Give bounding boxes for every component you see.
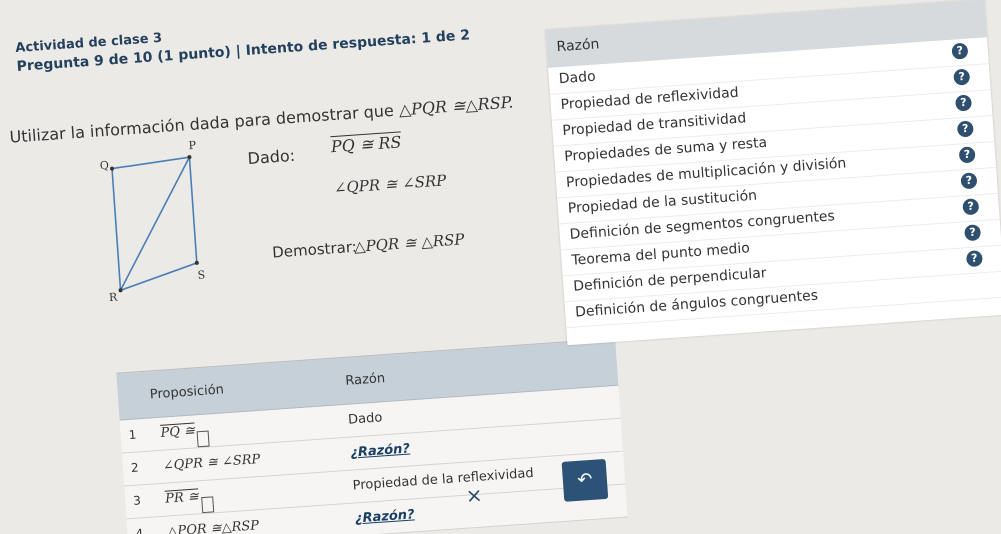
help-icon[interactable]: ? [962, 198, 980, 216]
vertex-s [194, 260, 199, 265]
page: Actividad de clase 3 Pregunta 9 de 10 (1… [0, 0, 1001, 534]
help-icon[interactable]: ? [964, 224, 982, 242]
help-icon[interactable]: ? [960, 172, 978, 190]
prove-statement: △PQR ≅ △RSP [353, 230, 465, 256]
label-q: Q [99, 159, 109, 173]
diagonal-pr [119, 156, 191, 291]
instruction-math: △PQR ≅△RSP. [398, 92, 514, 120]
reason-cell[interactable]: Dado [348, 410, 383, 427]
worksheet: Actividad de clase 3 Pregunta 9 de 10 (1… [0, 0, 1001, 534]
help-icon[interactable]: ? [958, 146, 976, 164]
reason-dropdown: Razón Dado? Propiedad de reflexividad? P… [545, 0, 1001, 346]
help-icon[interactable]: ? [953, 68, 971, 86]
answer-box[interactable] [200, 496, 214, 514]
label-r: R [109, 291, 119, 304]
clear-button[interactable]: × [465, 483, 483, 508]
row-number: 1 [128, 427, 137, 443]
statement-cell: △PQR ≅△RSP [167, 518, 260, 534]
label-s: S [197, 268, 205, 281]
reason-link[interactable]: ¿Razón? [350, 442, 411, 461]
prove-label: Demostrar: [271, 237, 358, 262]
row-number: 3 [132, 493, 142, 508]
help-icon[interactable]: ? [965, 250, 983, 268]
vertex-q [110, 166, 115, 171]
row-number: 2 [130, 460, 140, 475]
reason-header: Razón [344, 371, 386, 389]
proof-table: Proposición Razón 1 PQ ≅ Dado 2 ∠QPR ≅ ∠… [116, 337, 628, 534]
label-p: P [188, 139, 197, 153]
quadrilateral-figure: Q P S R [99, 139, 205, 304]
instruction: Utilizar la información dada para demost… [9, 92, 514, 146]
statement-cell: PQ ≅ [160, 423, 211, 448]
given-angles: ∠QPR ≅ ∠SRP [333, 171, 447, 198]
given-label: Dado: [247, 145, 296, 169]
reason-link[interactable]: ¿Razón? [355, 507, 416, 526]
statement-header: Proposición [149, 382, 225, 403]
row-number: 4 [135, 526, 144, 534]
reason-cell[interactable]: Propiedad de la reflexividad [352, 466, 534, 494]
help-icon[interactable]: ? [951, 42, 969, 60]
help-icon[interactable]: ? [956, 120, 974, 138]
undo-button[interactable]: ↶ [561, 458, 609, 502]
statement-cell: ∠QPR ≅ ∠SRP [162, 451, 261, 474]
given-segments: PQ ≅ RS [330, 132, 403, 157]
statement-cell: PR ≅ [165, 489, 214, 514]
answer-box[interactable] [197, 430, 211, 448]
help-icon[interactable]: ? [954, 94, 973, 112]
